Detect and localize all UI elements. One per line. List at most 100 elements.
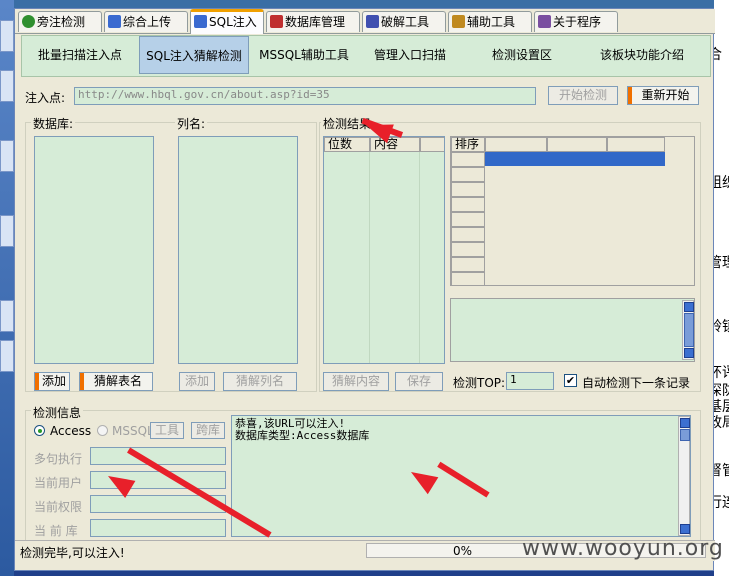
books-icon <box>538 15 551 28</box>
database-list[interactable] <box>34 136 154 364</box>
col-position-header[interactable]: 位数 <box>324 137 370 152</box>
access-label: Access <box>50 424 92 438</box>
auto-detect-checkbox[interactable]: ✔ <box>564 374 577 387</box>
row-header[interactable] <box>451 152 485 167</box>
tab-label: 关于程序 <box>553 15 602 29</box>
progress-text: 0% <box>453 544 473 558</box>
guess-column-button[interactable]: 猜解列名 <box>223 372 297 391</box>
scroll-down-icon[interactable] <box>684 348 694 358</box>
chart-icon <box>108 15 121 28</box>
tab-aux-tools[interactable]: 辅助工具 <box>448 11 532 32</box>
status-message: 检测完毕,可以注入! <box>20 546 125 560</box>
subtab-settings[interactable]: 检测设置区 <box>472 36 572 74</box>
restart-label: 重新开始 <box>641 88 690 102</box>
scroll-up-icon[interactable] <box>680 418 690 428</box>
output-scrollbar[interactable] <box>678 416 690 536</box>
multi-exec-label: 多句执行 <box>34 452 83 466</box>
sort-grid-header[interactable] <box>547 137 607 152</box>
sort-grid[interactable]: 排序 <box>450 136 695 286</box>
db-add-label: 添加 <box>41 374 66 388</box>
current-priv-label: 当前权限 <box>34 500 83 514</box>
globe-icon <box>22 15 35 28</box>
selected-row[interactable] <box>485 152 665 166</box>
sort-grid-header[interactable] <box>607 137 665 152</box>
inject-label: 注入点: <box>25 91 66 105</box>
result-detail-box[interactable] <box>450 298 695 362</box>
grid-header-blank <box>420 137 444 152</box>
row-header[interactable] <box>451 242 485 257</box>
scroll-thumb[interactable] <box>680 429 690 441</box>
current-db-field[interactable] <box>90 519 226 537</box>
desktop-top-strip <box>0 0 729 8</box>
inject-url-input[interactable]: http://www.hbql.gov.cn/about.asp?id=35 <box>74 87 536 105</box>
subtab-intro[interactable]: 该板块功能介绍 <box>582 36 702 74</box>
tab-about[interactable]: 关于程序 <box>534 11 618 32</box>
button-marker <box>80 373 84 390</box>
tab-label: 辅助工具 <box>467 15 516 29</box>
notepad-icon <box>452 15 465 28</box>
button-marker <box>35 373 39 390</box>
grid-column-cells <box>370 152 420 363</box>
guess-table-button[interactable]: 猜解表名 <box>79 372 153 391</box>
scroll-thumb[interactable] <box>684 313 694 347</box>
sort-grid-header[interactable] <box>485 137 547 152</box>
main-tab-bar: 旁注检测 综合上传 SQL注入 数据库管理 破解工具 辅助工具 关于程序 <box>15 9 715 34</box>
subtab-sql-guess[interactable]: SQL注入猜解检测 <box>139 36 249 74</box>
restart-button[interactable]: 重新开始 <box>627 86 699 105</box>
row-header[interactable] <box>451 182 485 197</box>
desktop-icon[interactable] <box>0 340 14 372</box>
result-grid[interactable]: 位数 内容 <box>323 136 445 364</box>
guess-table-label: 猜解表名 <box>93 374 142 388</box>
row-header[interactable] <box>451 227 485 242</box>
auto-detect-label: 自动检测下一条记录 <box>582 376 691 390</box>
keyboard-icon <box>366 15 379 28</box>
desktop-icon[interactable] <box>0 300 14 332</box>
db-add-button[interactable]: 添加 <box>34 372 70 391</box>
top-input[interactable]: 1 <box>506 372 554 390</box>
tab-upload[interactable]: 综合上传 <box>104 11 188 32</box>
sort-header[interactable]: 排序 <box>451 137 485 152</box>
desktop-icon[interactable] <box>0 70 14 102</box>
detail-scrollbar[interactable] <box>682 300 694 360</box>
subtab-mssql-tools[interactable]: MSSQL辅助工具 <box>254 36 354 74</box>
tab-crack-tools[interactable]: 破解工具 <box>362 11 446 32</box>
tab-sql-injection[interactable]: SQL注入 <box>190 9 264 34</box>
tab-label: SQL注入 <box>209 15 257 29</box>
magnifier-icon <box>194 15 207 28</box>
column-list[interactable] <box>178 136 298 364</box>
subtab-batch-scan[interactable]: 批量扫描注入点 <box>26 36 134 74</box>
tab-label: 破解工具 <box>381 15 430 29</box>
desktop-left-strip <box>0 0 14 576</box>
row-header[interactable] <box>451 197 485 212</box>
tab-label: 综合上传 <box>123 15 172 29</box>
output-line: 数据库类型:Access数据库 <box>235 429 370 442</box>
start-detect-button[interactable]: 开始检测 <box>548 86 618 105</box>
row-header[interactable] <box>451 272 485 285</box>
save-button[interactable]: 保存 <box>395 372 443 391</box>
tab-label: 旁注检测 <box>37 15 86 29</box>
tab-label: 数据库管理 <box>285 15 346 29</box>
desktop-icon[interactable] <box>0 20 14 52</box>
scroll-down-icon[interactable] <box>680 524 690 534</box>
col-add-button[interactable]: 添加 <box>179 372 215 391</box>
tab-db-manage[interactable]: 数据库管理 <box>266 11 360 32</box>
scroll-up-icon[interactable] <box>684 302 694 312</box>
database-icon <box>270 15 283 28</box>
tab-side-detect[interactable]: 旁注检测 <box>18 11 102 32</box>
background-document <box>714 0 729 576</box>
row-header[interactable] <box>451 167 485 182</box>
multi-exec-field[interactable] <box>90 447 226 465</box>
col-label: 列名: <box>175 115 208 132</box>
guess-content-button[interactable]: 猜解内容 <box>323 372 389 391</box>
desktop-icon[interactable] <box>0 140 14 172</box>
desktop-icon[interactable] <box>0 215 14 247</box>
db-label: 数据库: <box>31 115 76 132</box>
cross-db-button[interactable]: 跨库 <box>191 422 225 439</box>
tools-button[interactable]: 工具 <box>150 422 184 439</box>
mssql-radio[interactable] <box>97 425 108 436</box>
sub-tab-bar: 批量扫描注入点 SQL注入猜解检测 MSSQL辅助工具 管理入口扫描 检测设置区… <box>21 35 711 77</box>
access-radio[interactable] <box>34 425 45 436</box>
subtab-admin-scan[interactable]: 管理入口扫描 <box>360 36 460 74</box>
row-header[interactable] <box>451 257 485 272</box>
row-header[interactable] <box>451 212 485 227</box>
